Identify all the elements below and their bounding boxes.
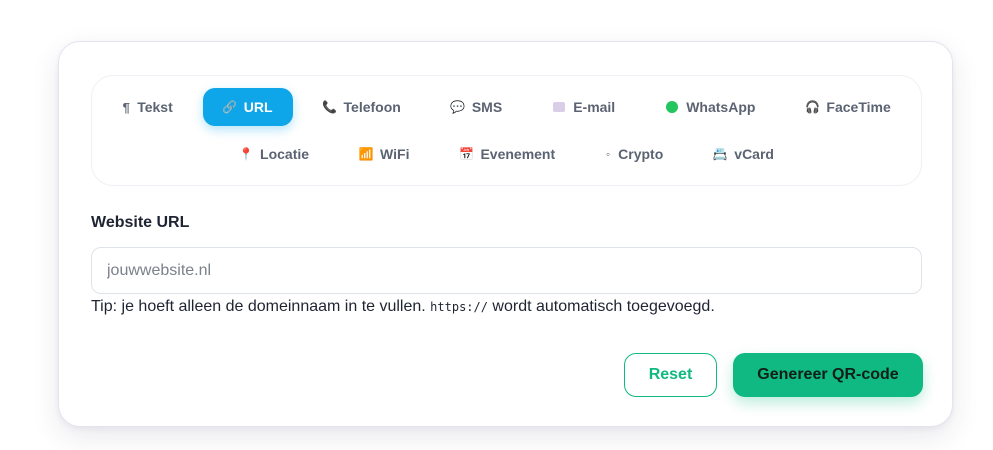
url-tip: Tip: je hoeft alleen de domeinnaam in te…: [91, 298, 715, 316]
tab-label: FaceTime: [826, 99, 891, 115]
tab-tekst[interactable]: ¶ Tekst: [102, 88, 193, 126]
tab-whatsapp[interactable]: WhatsApp: [645, 88, 775, 126]
tab-sms[interactable]: 💬 SMS: [431, 88, 522, 126]
tab-evenement[interactable]: 📅 Evenement: [439, 135, 575, 173]
type-tabs-row-1: ¶ Tekst 🔗 URL 📞 Telefoon 💬 SMS E-mail WhatsApp 🎧 Fa…: [92, 88, 921, 126]
speech-bubble-icon: 💬: [450, 100, 466, 114]
tab-label: E-mail: [573, 99, 616, 115]
generate-qr-button[interactable]: Genereer QR-code: [733, 353, 923, 397]
envelope-icon: [552, 100, 566, 114]
reset-button[interactable]: Reset: [624, 353, 717, 397]
url-input[interactable]: [91, 247, 922, 294]
tab-label: SMS: [471, 99, 503, 115]
tip-text-after: wordt automatisch toegevoegd.: [487, 298, 715, 315]
tab-wifi[interactable]: 📶 WiFi: [339, 135, 429, 173]
link-icon: 🔗: [222, 100, 238, 114]
headphones-icon: 🎧: [804, 100, 820, 114]
tab-label: vCard: [734, 146, 774, 162]
tip-text-before: Tip: je hoeft alleen de domeinnaam in te…: [91, 298, 431, 315]
tab-label: Crypto: [618, 146, 664, 162]
tab-e-mail[interactable]: E-mail: [532, 88, 635, 126]
tab-telefoon[interactable]: 📞 Telefoon: [303, 88, 421, 126]
pin-icon: 📍: [238, 147, 254, 161]
tab-label: URL: [243, 99, 273, 115]
tip-code: https://: [430, 300, 488, 314]
tab-locatie[interactable]: 📍 Locatie: [219, 135, 329, 173]
type-tabs-row-2: 📍 Locatie 📶 WiFi 📅 Evenement ◦ Crypto 📇 vCard: [92, 135, 921, 173]
url-field-label: Website URL: [91, 214, 190, 231]
type-tabs: ¶ Tekst 🔗 URL 📞 Telefoon 💬 SMS E-mail WhatsApp 🎧 Fa…: [91, 75, 922, 186]
tab-label: Tekst: [137, 99, 173, 115]
tab-label: Telefoon: [343, 99, 401, 115]
calendar-icon: 📅: [458, 147, 474, 161]
contact-card-icon: 📇: [712, 147, 728, 161]
tab-facetime[interactable]: 🎧 FaceTime: [785, 88, 910, 126]
pilcrow-icon: ¶: [122, 99, 130, 115]
qr-generator-card: ¶ Tekst 🔗 URL 📞 Telefoon 💬 SMS E-mail WhatsApp 🎧 Fa…: [58, 41, 953, 427]
tab-label: Evenement: [480, 146, 556, 162]
tab-label: WiFi: [380, 146, 410, 162]
signal-icon: 📶: [358, 147, 374, 161]
green-circle-icon: [665, 100, 679, 114]
tab-crypto[interactable]: ◦ Crypto: [585, 135, 683, 173]
tab-vcard[interactable]: 📇 vCard: [693, 135, 794, 173]
tab-url[interactable]: 🔗 URL: [202, 88, 293, 126]
small-circle-icon: ◦: [606, 147, 611, 161]
phone-icon: 📞: [322, 100, 338, 114]
tab-label: Locatie: [260, 146, 310, 162]
tab-label: WhatsApp: [686, 99, 756, 115]
